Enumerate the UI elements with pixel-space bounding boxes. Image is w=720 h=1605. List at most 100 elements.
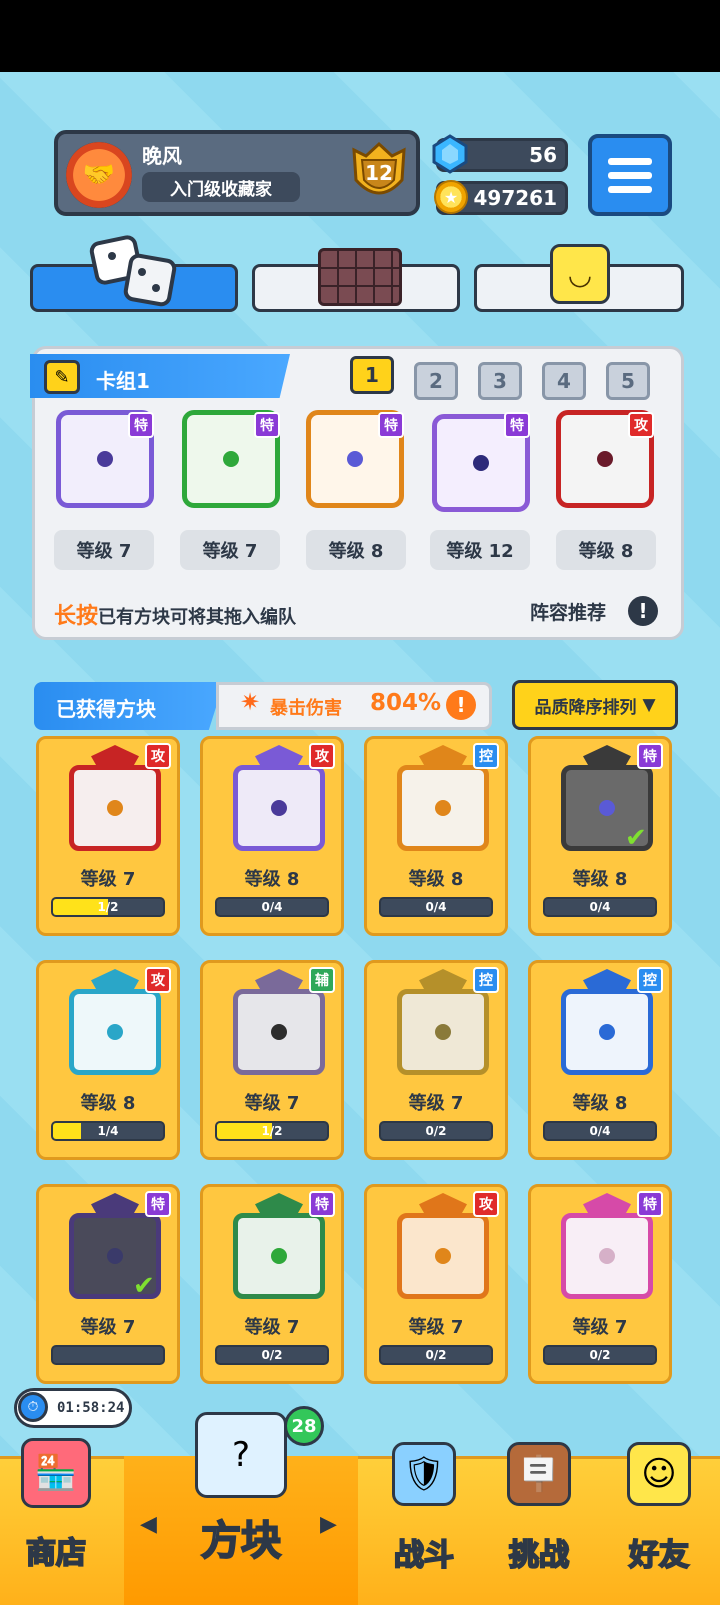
progress-text: 0/2 <box>425 1348 447 1362</box>
collection-card[interactable]: 特等级 7 0/2 <box>200 1184 344 1384</box>
type-tag: 攻 <box>309 743 335 769</box>
block-core-icon <box>107 1024 123 1040</box>
deck-card-2-level: 等级 7 <box>180 530 280 570</box>
upgrade-progress-bar <box>51 1345 165 1365</box>
sort-dropdown[interactable]: 品质降序排列 ▼ <box>512 680 678 730</box>
block-face <box>233 765 325 851</box>
block-face <box>397 765 489 851</box>
type-tag: 攻 <box>473 1191 499 1217</box>
menu-icon <box>608 157 652 165</box>
upgrade-progress-bar: 0/4 <box>215 897 329 917</box>
block-core-icon <box>599 1024 615 1040</box>
lineup-recommend-button[interactable]: 阵容推荐 <box>530 598 606 625</box>
block-core-icon <box>271 800 287 816</box>
type-tag: 控 <box>637 967 663 993</box>
friends-cube-icon: ☺ <box>627 1442 691 1506</box>
collection-card[interactable]: 辅等级 7 1/2 <box>200 960 344 1160</box>
crit-info-icon[interactable]: ! <box>446 690 476 720</box>
equipped-check-icon: ✔ <box>133 1271 155 1301</box>
card-level: 等级 7 <box>80 1317 136 1338</box>
nav-challenge[interactable]: 🪧 挑战 <box>480 1442 598 1605</box>
rank-number: 12 <box>365 161 393 185</box>
block-face <box>69 989 161 1075</box>
upgrade-progress-bar: 1/4 <box>51 1121 165 1141</box>
deck-slot-2[interactable]: 2 <box>414 362 458 400</box>
block-face <box>233 989 325 1075</box>
upgrade-progress-bar: 0/2 <box>543 1345 657 1365</box>
deck-slot-3[interactable]: 3 <box>478 362 522 400</box>
progress-text: 0/4 <box>589 1124 611 1138</box>
card-level: 等级 8 <box>80 1093 136 1114</box>
upgrade-progress-bar: 0/4 <box>543 897 657 917</box>
block-core-icon <box>107 1248 123 1264</box>
crit-damage-value: 804% <box>370 690 442 716</box>
deck-card-3-type-tag: 特 <box>378 412 404 438</box>
progress-text: 0/4 <box>261 900 283 914</box>
collection-card[interactable]: 特等级 7 0/2 <box>528 1184 672 1384</box>
card-level: 等级 7 <box>244 1317 300 1338</box>
player-title: 入门级收藏家 <box>142 172 300 202</box>
collection-card[interactable]: 控等级 7 0/2 <box>364 960 508 1160</box>
progress-text: 1/2 <box>97 900 119 914</box>
collection-card[interactable]: 攻等级 7 1/2 <box>36 736 180 936</box>
type-tag: 攻 <box>145 743 171 769</box>
block-core-icon <box>271 1024 287 1040</box>
card-level: 等级 8 <box>572 869 628 890</box>
sort-label: 品质降序排列 <box>534 697 637 718</box>
progress-text: 0/4 <box>425 900 447 914</box>
type-tag: 特 <box>309 1191 335 1217</box>
info-icon[interactable]: ! <box>628 596 658 626</box>
progress-text: 0/4 <box>589 900 611 914</box>
obtained-header: 已获得方块 <box>34 682 224 730</box>
deck-hint: 长按已有方块可将其拖入编队 <box>54 598 296 630</box>
block-core-icon <box>107 800 123 816</box>
notification-badge: 28 <box>284 1406 324 1446</box>
avatar[interactable]: 🤝 <box>66 142 132 208</box>
deck-slot-1[interactable]: 1 <box>350 356 394 394</box>
type-tag: 控 <box>473 743 499 769</box>
pencil-edit-icon[interactable]: ✎ <box>44 360 80 394</box>
block-face <box>561 989 653 1075</box>
dice-icon <box>89 235 177 307</box>
deck-slot-4[interactable]: 4 <box>542 362 586 400</box>
block-core-icon <box>599 1248 615 1264</box>
progress-text: 0/2 <box>589 1348 611 1362</box>
nav-friends-label: 好友 <box>628 1537 690 1574</box>
card-level: 等级 8 <box>572 1093 628 1114</box>
collection-card[interactable]: 控等级 8 0/4 <box>364 736 508 936</box>
menu-button[interactable] <box>588 134 672 216</box>
challenge-board-icon: 🪧 <box>507 1442 571 1506</box>
nav-block[interactable]: ? ◀ ▶ 方块 <box>124 1412 358 1605</box>
coin-icon: ★ <box>434 180 468 214</box>
card-level: 等级 7 <box>408 1093 464 1114</box>
type-tag: 特 <box>637 1191 663 1217</box>
collection-card[interactable]: 攻等级 8 1/4 <box>36 960 180 1160</box>
collection-card[interactable]: 特 ✔ 等级 8 0/4 <box>528 736 672 936</box>
smile-cube-icon: ◡ <box>550 244 610 304</box>
collection-card[interactable]: 特 ✔ 等级 7 <box>36 1184 180 1384</box>
deck-card-1-level: 等级 7 <box>54 530 154 570</box>
progress-text: 0/2 <box>425 1124 447 1138</box>
hint-text: 已有方块可将其拖入编队 <box>98 607 297 628</box>
collection-card[interactable]: 攻等级 8 0/4 <box>200 736 344 936</box>
block-face <box>233 1213 325 1299</box>
collection-card[interactable]: 攻等级 7 0/2 <box>364 1184 508 1384</box>
rank-badge: 12 <box>346 140 412 206</box>
nav-friends[interactable]: ☺ 好友 <box>598 1442 720 1605</box>
shop-icon: 🏪 <box>21 1438 91 1508</box>
nav-shop[interactable]: 🏪 商店 <box>0 1438 112 1605</box>
deck-slot-5[interactable]: 5 <box>606 362 650 400</box>
nav-battle-label: 战斗 <box>393 1537 455 1574</box>
crit-burst-icon: ✷ <box>240 688 261 716</box>
card-level: 等级 7 <box>408 1317 464 1338</box>
board-grid-icon <box>318 248 402 306</box>
block-face <box>397 1213 489 1299</box>
nav-battle[interactable]: 🛡 战斗 <box>368 1442 480 1605</box>
upgrade-progress-bar: 0/4 <box>543 1121 657 1141</box>
deck-card-1-type-tag: 特 <box>128 412 154 438</box>
nav-challenge-label: 挑战 <box>508 1537 570 1574</box>
nav-shop-label: 商店 <box>25 1535 87 1572</box>
collection-card[interactable]: 控等级 8 0/4 <box>528 960 672 1160</box>
deck-card-5-level: 等级 8 <box>556 530 656 570</box>
equipped-check-icon: ✔ <box>625 823 647 853</box>
